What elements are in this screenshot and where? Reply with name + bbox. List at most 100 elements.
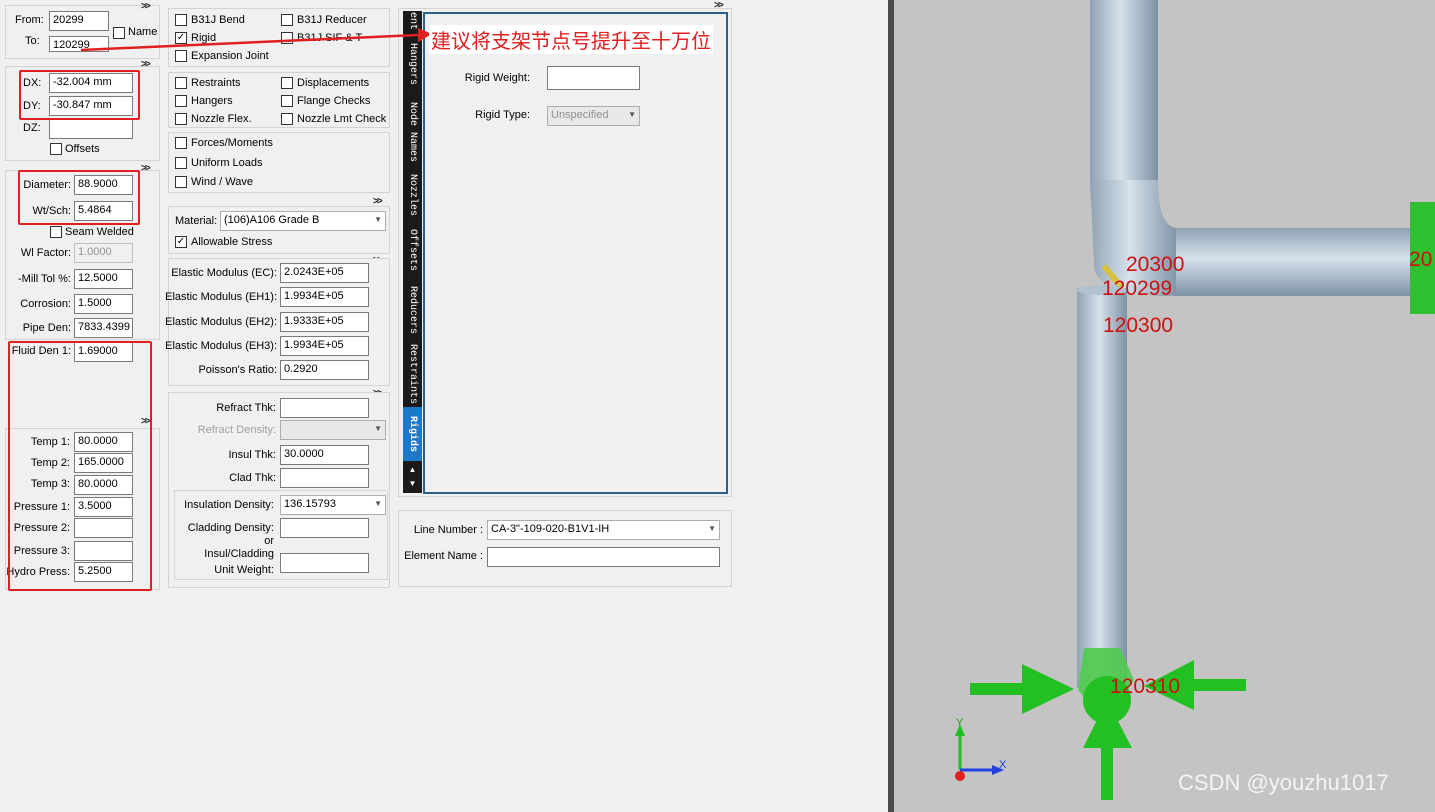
poisson-label: Poisson's Ratio:	[198, 364, 277, 376]
refract-density-select: ▼	[280, 420, 386, 440]
rigid-type-select: Unspecified ▼	[547, 106, 640, 126]
displacements-checkbox[interactable]	[281, 77, 293, 89]
uniform-loads-label: Uniform Loads	[191, 157, 263, 169]
restraints-checkbox[interactable]	[175, 77, 187, 89]
axis-x-label: X	[999, 759, 1007, 771]
ec-input[interactable]: 2.0243E+05	[280, 263, 369, 283]
expand-chevron[interactable]: >>	[141, 59, 151, 70]
wind-wave-label: Wind / Wave	[191, 176, 253, 188]
chevron-down-icon: ▼	[708, 524, 716, 533]
node-label-20: 20	[1409, 248, 1433, 271]
eh3-label: Elastic Modulus (EH3):	[165, 340, 277, 352]
tab-offsets[interactable]: Offsets	[403, 222, 422, 278]
3d-viewport[interactable]: 20300 120299 120300 120310 20 Y X CSDN @…	[894, 0, 1435, 812]
forces-moments-label: Forces/Moments	[191, 137, 273, 149]
eh2-input[interactable]: 1.9333E+05	[280, 312, 369, 332]
unit-weight-label-1: Insul/Cladding	[204, 548, 274, 560]
material-label: Material:	[175, 215, 218, 227]
node-label-20300: 20300	[1126, 253, 1185, 276]
nozzle-lmt-checkbox[interactable]	[281, 113, 293, 125]
refract-density-label: Refract Density:	[197, 424, 276, 436]
node-label-120299: 120299	[1102, 277, 1173, 300]
clad-density-label: Cladding Density:	[187, 522, 274, 534]
rigid-weight-input[interactable]	[547, 66, 640, 90]
element-name-input[interactable]	[487, 547, 720, 567]
nozzle-flex-checkbox[interactable]	[175, 113, 187, 125]
clad-density-input[interactable]	[280, 518, 369, 538]
chevron-down-icon: ▼	[374, 215, 382, 224]
forces-moments-checkbox[interactable]	[175, 137, 187, 149]
eh2-label: Elastic Modulus (EH2):	[165, 316, 277, 328]
node-label-120310: 120310	[1110, 675, 1181, 698]
refract-thk-label: Refract Thk:	[216, 402, 276, 414]
ec-label: Elastic Modulus (EC):	[171, 267, 277, 279]
tab-node-names[interactable]: Node Names	[403, 96, 422, 168]
eh1-input[interactable]: 1.9934E+05	[280, 287, 369, 307]
line-number-value: CA-3"-109-020-B1V1-IH	[491, 523, 610, 535]
insul-density-select[interactable]: 136.15793 ▼	[280, 495, 386, 515]
corrosion-input[interactable]: 1.5000	[74, 294, 133, 314]
flange-checks-label: Flange Checks	[297, 95, 371, 107]
refract-thk-input[interactable]	[280, 398, 369, 418]
seam-welded-label: Seam Welded	[65, 226, 134, 238]
allowable-stress-checkbox[interactable]: ✓	[175, 236, 187, 248]
offsets-label: Offsets	[65, 143, 100, 155]
clad-thk-input[interactable]	[280, 468, 369, 488]
chevron-down-icon: ▼	[628, 110, 636, 119]
fluid-temp-highlight	[8, 341, 152, 591]
restraints-label: Restraints	[191, 77, 241, 89]
tab-rigids[interactable]: Rigids	[403, 407, 422, 461]
tab-scroll-up-icon[interactable]: ▲	[403, 464, 422, 476]
insul-thk-input[interactable]: 30.0000	[280, 445, 369, 465]
dz-input[interactable]	[49, 119, 133, 139]
seam-welded-checkbox[interactable]	[50, 226, 62, 238]
unit-weight-input[interactable]	[280, 553, 369, 573]
wl-factor-input: 1.0000	[74, 243, 133, 263]
annotation-arrow	[80, 28, 432, 52]
or-label: or	[264, 535, 274, 547]
flange-checks-checkbox[interactable]	[281, 95, 293, 107]
poisson-input[interactable]: 0.2920	[280, 360, 369, 380]
eh1-label: Elastic Modulus (EH1):	[165, 291, 277, 303]
clad-thk-label: Clad Thk:	[229, 472, 276, 484]
wind-wave-checkbox[interactable]	[175, 176, 187, 188]
nozzle-lmt-label: Nozzle Lmt Check	[297, 113, 387, 125]
line-number-select[interactable]: CA-3"-109-020-B1V1-IH ▼	[487, 520, 720, 540]
tab-scroll-down-icon[interactable]: ▼	[403, 478, 422, 490]
tab-restraints[interactable]: Restraints	[403, 342, 422, 406]
rigid-weight-label: Rigid Weight:	[464, 72, 530, 84]
expand-chevron[interactable]: >>	[141, 163, 151, 174]
annotation-text: 建议将支架节点号提升至十万位	[429, 25, 713, 54]
insul-density-label: Insulation Density:	[184, 499, 274, 511]
chevron-down-icon: ▼	[374, 424, 382, 433]
offsets-checkbox[interactable]	[50, 143, 62, 155]
material-value: (106)A106 Grade B	[224, 214, 320, 226]
displacements-label: Displacements	[297, 77, 370, 89]
mill-tol-input[interactable]: 12.5000	[74, 269, 133, 289]
pipe-density-label: Pipe Den:	[22, 322, 71, 334]
rigid-type-value: Unspecified	[551, 109, 609, 121]
material-select[interactable]: (106)A106 Grade B ▼	[220, 211, 386, 231]
uniform-loads-checkbox[interactable]	[175, 157, 187, 169]
watermark: CSDN @youzhu1017	[1178, 770, 1389, 795]
node-label-120300: 120300	[1103, 314, 1174, 337]
unit-weight-label-2: Unit Weight:	[214, 564, 274, 576]
hangers-label: Hangers	[191, 95, 233, 107]
hangers-checkbox[interactable]	[175, 95, 187, 107]
allowable-stress-label: Allowable Stress	[191, 236, 273, 248]
dx-dy-highlight	[19, 70, 140, 120]
insul-thk-label: Insul Thk:	[228, 449, 277, 461]
pipe-density-input[interactable]: 7833.4399	[74, 318, 133, 338]
tab-reducers[interactable]: Reducers	[403, 279, 422, 341]
nozzle-flex-label: Nozzle Flex.	[191, 113, 252, 125]
eh3-input[interactable]: 1.9934E+05	[280, 336, 369, 356]
rigid-type-label: Rigid Type:	[475, 109, 530, 121]
diameter-highlight	[18, 170, 140, 225]
element-name-label: Element Name :	[404, 550, 483, 562]
corrosion-label: Corrosion:	[20, 298, 71, 310]
tab-nozzles[interactable]: Nozzles	[403, 169, 422, 221]
axis-y-label: Y	[956, 717, 964, 729]
line-number-label: Line Number :	[413, 524, 483, 536]
mill-tol-label: -Mill Tol %:	[18, 273, 71, 285]
chevron-down-icon: ▼	[374, 499, 382, 508]
